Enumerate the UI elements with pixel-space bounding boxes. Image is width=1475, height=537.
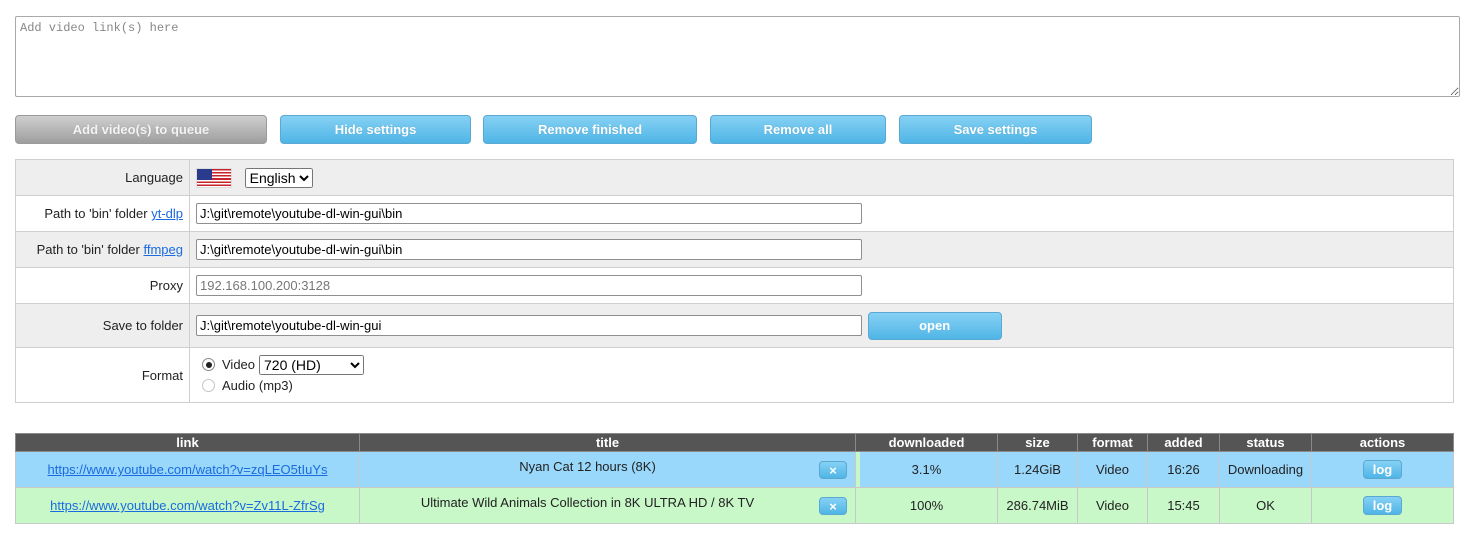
proxy-input[interactable] bbox=[196, 275, 862, 296]
ffmpeg-path-input[interactable] bbox=[196, 239, 862, 260]
ffmpeg-link[interactable]: ffmpeg bbox=[143, 242, 183, 257]
format-cell: Video 720 (HD) Audio (mp3) bbox=[189, 347, 1454, 403]
status-cell: Downloading bbox=[1219, 451, 1312, 488]
video-link[interactable]: https://www.youtube.com/watch?v=Zv11L-Zf… bbox=[50, 498, 325, 513]
link-cell: https://www.youtube.com/watch?v=Zv11L-Zf… bbox=[15, 487, 360, 524]
audio-option: Audio (mp3) bbox=[196, 375, 1447, 396]
add-to-queue-button[interactable]: Add video(s) to queue bbox=[15, 115, 267, 144]
header-title: title bbox=[359, 433, 856, 452]
save-settings-button[interactable]: Save settings bbox=[899, 115, 1092, 144]
video-radio[interactable] bbox=[202, 358, 215, 371]
us-flag-icon bbox=[196, 167, 232, 188]
ytdlp-path-cell bbox=[189, 195, 1454, 232]
log-button[interactable]: log bbox=[1363, 496, 1402, 515]
video-option: Video 720 (HD) bbox=[196, 354, 1447, 375]
ffmpeg-path-label: Path to 'bin' folder ffmpeg bbox=[15, 231, 190, 268]
progress-cell: 3.1% bbox=[855, 451, 998, 488]
remove-finished-button[interactable]: Remove finished bbox=[483, 115, 697, 144]
header-format: format bbox=[1077, 433, 1148, 452]
format-cell: Video bbox=[1077, 487, 1148, 524]
progress-text: 100% bbox=[909, 498, 944, 513]
header-actions: actions bbox=[1311, 433, 1454, 452]
ytdlp-path-row: Path to 'bin' folder yt-dlp bbox=[15, 195, 1454, 232]
progress-cell: 100% bbox=[855, 487, 998, 524]
header-added: added bbox=[1147, 433, 1220, 452]
ffmpeg-path-row: Path to 'bin' folder ffmpeg bbox=[15, 231, 1454, 268]
proxy-cell bbox=[189, 267, 1454, 304]
language-select[interactable]: English bbox=[244, 167, 313, 188]
video-title: Nyan Cat 12 hours (8K) bbox=[519, 459, 656, 474]
added-cell: 15:45 bbox=[1147, 487, 1220, 524]
link-cell: https://www.youtube.com/watch?v=zqLEO5tI… bbox=[15, 451, 360, 488]
title-cell: Ultimate Wild Animals Collection in 8K U… bbox=[359, 487, 856, 524]
ytdlp-path-label: Path to 'bin' folder yt-dlp bbox=[15, 195, 190, 232]
audio-radio[interactable] bbox=[202, 379, 215, 392]
progress-bar bbox=[856, 452, 861, 487]
table-row: https://www.youtube.com/watch?v=zqLEO5tI… bbox=[15, 451, 1454, 488]
table-row: https://www.youtube.com/watch?v=Zv11L-Zf… bbox=[15, 487, 1454, 524]
ytdlp-link[interactable]: yt-dlp bbox=[151, 206, 183, 221]
actions-cell: log bbox=[1311, 451, 1454, 488]
save-folder-input[interactable] bbox=[196, 315, 862, 336]
header-downloaded: downloaded bbox=[855, 433, 998, 452]
video-quality-select[interactable]: 720 (HD) bbox=[259, 354, 365, 375]
header-size: size bbox=[997, 433, 1078, 452]
header-status: status bbox=[1219, 433, 1312, 452]
status-cell: OK bbox=[1219, 487, 1312, 524]
save-folder-cell: open bbox=[189, 303, 1454, 348]
language-label: Language bbox=[15, 159, 190, 196]
video-title: Ultimate Wild Animals Collection in 8K U… bbox=[420, 495, 755, 510]
queue-header-row: link title downloaded size format added … bbox=[15, 433, 1454, 452]
remove-item-button[interactable]: × bbox=[819, 461, 847, 479]
video-link[interactable]: https://www.youtube.com/watch?v=zqLEO5tI… bbox=[47, 462, 327, 477]
language-row: Language English bbox=[15, 159, 1454, 196]
ffmpeg-path-cell bbox=[189, 231, 1454, 268]
hide-settings-button[interactable]: Hide settings bbox=[280, 115, 471, 144]
audio-radio-label: Audio (mp3) bbox=[222, 378, 293, 393]
title-cell: Nyan Cat 12 hours (8K) × bbox=[359, 451, 856, 488]
video-radio-label: Video bbox=[222, 357, 256, 372]
actions-cell: log bbox=[1311, 487, 1454, 524]
log-button[interactable]: log bbox=[1363, 460, 1402, 479]
ytdlp-path-input[interactable] bbox=[196, 203, 862, 224]
size-cell: 286.74MiB bbox=[997, 487, 1078, 524]
remove-all-button[interactable]: Remove all bbox=[710, 115, 886, 144]
save-folder-label: Save to folder bbox=[15, 303, 190, 348]
added-cell: 16:26 bbox=[1147, 451, 1220, 488]
format-row: Format Video 720 (HD) Audio (mp3) bbox=[15, 347, 1454, 403]
save-folder-row: Save to folder open bbox=[15, 303, 1454, 348]
settings-table: Language English Path to 'bin' folder yt… bbox=[15, 159, 1454, 403]
header-link: link bbox=[15, 433, 360, 452]
progress-text: 3.1% bbox=[911, 462, 942, 477]
open-folder-button[interactable]: open bbox=[867, 311, 1002, 340]
proxy-row: Proxy bbox=[15, 267, 1454, 304]
download-queue-table: link title downloaded size format added … bbox=[15, 433, 1454, 524]
video-links-input[interactable] bbox=[15, 16, 1460, 97]
size-cell: 1.24GiB bbox=[997, 451, 1078, 488]
remove-item-button[interactable]: × bbox=[819, 497, 847, 515]
format-cell: Video bbox=[1077, 451, 1148, 488]
proxy-label: Proxy bbox=[15, 267, 190, 304]
language-cell: English bbox=[189, 159, 1454, 196]
format-label: Format bbox=[15, 347, 190, 403]
